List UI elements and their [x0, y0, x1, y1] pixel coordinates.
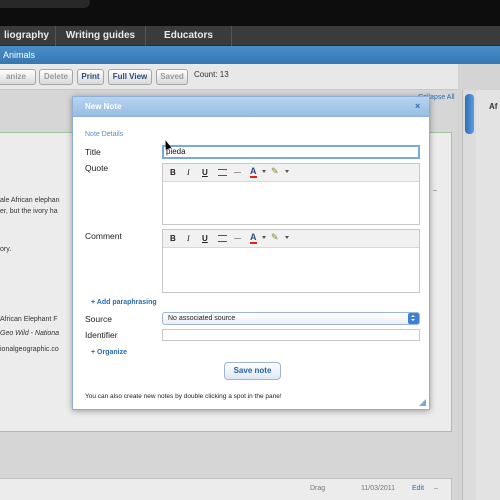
card-collapse-icon[interactable]: – — [433, 187, 437, 194]
organize-button[interactable]: anize — [0, 69, 36, 85]
identifier-label: Identifier — [85, 330, 118, 340]
close-icon[interactable]: × — [415, 101, 420, 111]
chevron-down-icon[interactable] — [262, 170, 266, 173]
source-select[interactable]: No associated source — [162, 312, 420, 325]
quote-editor-toolbar: B I U A ✎ — [163, 164, 419, 182]
edit-link[interactable]: Edit — [412, 485, 424, 492]
note-text-line: ory. — [0, 246, 12, 253]
divider — [234, 172, 241, 173]
source-label: Source — [85, 314, 112, 324]
saved-button[interactable]: Saved — [156, 69, 188, 85]
font-color-icon[interactable]: A — [250, 233, 257, 244]
note-count: Count: 13 — [194, 70, 229, 79]
dialog-header[interactable]: New Note × — [73, 97, 429, 117]
bullet-list-icon[interactable] — [218, 235, 227, 242]
title-label: Title — [85, 147, 101, 157]
title-field[interactable]: pieda — [162, 145, 420, 159]
notecards-toolbar: anize Delete Print Full View Saved Count… — [0, 64, 458, 90]
quote-editor[interactable]: B I U A ✎ — [162, 163, 420, 225]
right-panel-label: Af — [489, 102, 498, 111]
bold-button[interactable]: B — [170, 168, 176, 177]
italic-button[interactable]: I — [187, 234, 190, 243]
select-arrows-icon — [408, 313, 419, 324]
bold-button[interactable]: B — [170, 234, 176, 243]
chevron-down-icon[interactable] — [285, 236, 289, 239]
source-select-value: No associated source — [168, 315, 236, 322]
note-details-heading: Note Details — [85, 131, 124, 138]
chevron-down-icon[interactable] — [262, 236, 266, 239]
note-source-line: African Elephant F — [0, 316, 58, 323]
main-nav: liography Writing guides Educators — [0, 26, 500, 46]
comment-editor-toolbar: B I U A ✎ — [163, 230, 419, 248]
quote-label: Quote — [85, 163, 109, 173]
save-note-button[interactable]: Save note — [224, 362, 281, 380]
comment-label: Comment — [85, 231, 122, 241]
card-collapse-icon[interactable]: – — [434, 485, 438, 492]
identifier-field[interactable] — [162, 329, 420, 341]
comment-editor[interactable]: B I U A ✎ — [162, 229, 420, 293]
full-view-button[interactable]: Full View — [108, 69, 152, 85]
resize-grip-icon[interactable] — [419, 399, 426, 406]
print-button[interactable]: Print — [77, 69, 104, 85]
font-color-icon[interactable]: A — [250, 167, 257, 178]
bullet-list-icon[interactable] — [218, 169, 227, 176]
nav-item-bibliography[interactable]: liography — [0, 26, 56, 46]
note-text-line: er, but the ivory ha — [0, 208, 58, 215]
browser-top-strip — [0, 0, 500, 26]
delete-button[interactable]: Delete — [39, 69, 73, 85]
underline-button[interactable]: U — [202, 168, 208, 177]
note-card[interactable]: Drag 11/03/2011 Edit – — [0, 478, 452, 500]
organize-link[interactable]: + Organize — [91, 349, 127, 356]
dialog-title: New Note — [85, 102, 122, 111]
note-date: 11/03/2011 — [361, 485, 395, 492]
nav-item-writing-guides[interactable]: Writing guides — [56, 26, 146, 46]
highlight-icon[interactable]: ✎ — [271, 167, 279, 176]
right-panel: Af — [476, 90, 500, 500]
note-text-line: ale African elephan — [0, 197, 60, 204]
italic-button[interactable]: I — [187, 168, 190, 177]
drag-handle[interactable]: Drag — [310, 485, 325, 492]
note-source-line: Geo Wild - Nationa — [0, 330, 60, 337]
top-strip-tab — [0, 0, 90, 8]
nav-item-educators[interactable]: Educators — [146, 26, 232, 46]
underline-button[interactable]: U — [202, 234, 208, 243]
highlight-icon[interactable]: ✎ — [271, 233, 279, 242]
chevron-down-icon[interactable] — [285, 170, 289, 173]
dialog-hint: You can also create new notes by double … — [85, 393, 282, 400]
scrollbar-thumb[interactable] — [465, 94, 474, 134]
notes-scrollbar[interactable] — [462, 90, 476, 500]
note-source-line: ionalgeographic.co — [0, 346, 59, 353]
project-breadcrumb: Animals — [0, 46, 500, 64]
add-paraphrasing-link[interactable]: + Add paraphrasing — [91, 299, 157, 306]
new-note-dialog: New Note × Note Details Title pieda Quot… — [72, 96, 430, 410]
divider — [234, 238, 241, 239]
